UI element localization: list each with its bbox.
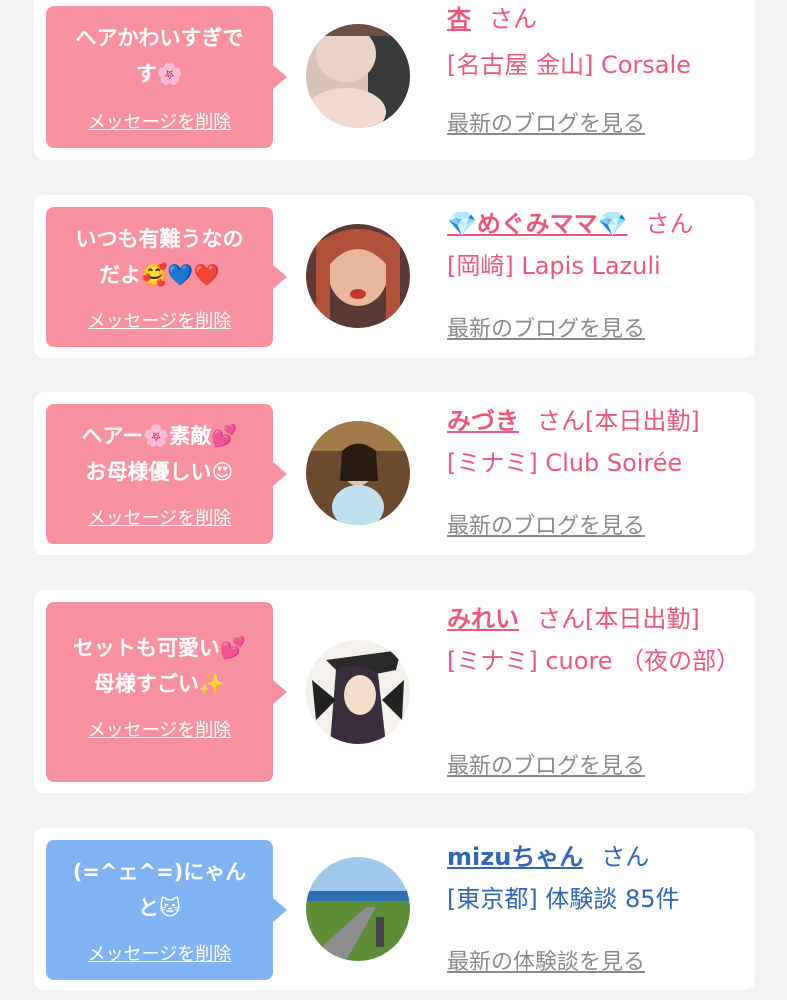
honorific: さん [489,5,537,33]
message-bubble: (=^ェ^=)にゃん と🐱 メッセージを削除 [46,840,287,980]
honorific: さん [537,407,585,435]
message-card: いつも有難うなの だよ🥰💙❤️ メッセージを削除 💎めぐみママ💎 さん [岡崎] … [34,195,755,358]
message-card: ヘアー🌸素敵💕 お母様優しい😍 メッセージを削除 みづき さん[本日出勤] [ミナ… [34,392,755,555]
message-bubble: ヘアー🌸素敵💕 お母様優しい😍 メッセージを削除 [46,404,287,544]
delete-message-link[interactable]: メッセージを削除 [46,504,273,530]
delete-message-link[interactable]: メッセージを削除 [46,307,273,333]
cast-name-link[interactable]: みづき [447,407,519,435]
cast-name-link[interactable]: みれい [447,605,519,633]
shop-name: [岡崎] Lapis Lazuli [447,252,661,280]
avatar[interactable] [306,857,410,961]
message-text-line1: セットも可愛い💕 [72,636,247,660]
cast-name-link[interactable]: 💎めぐみママ💎 [447,210,628,238]
message-text-line2: 母様すごい✨ [93,672,226,696]
honorific: さん [601,843,650,871]
message-text-line2: と🐱 [138,896,181,920]
delete-message-link[interactable]: メッセージを削除 [46,108,273,134]
member-name-link[interactable]: mizuちゃん [447,843,583,871]
view-blog-link[interactable]: 最新のブログを見る [447,748,645,780]
avatar[interactable] [306,24,410,128]
message-bubble: ヘアかわいすぎで す🌸 メッセージを削除 [46,6,287,148]
delete-message-link[interactable]: メッセージを削除 [46,716,273,742]
avatar[interactable] [306,421,410,525]
view-reviews-link[interactable]: 最新の体験談を見る [447,944,645,976]
message-text-line1: いつも有難うなの [75,227,244,251]
delete-message-link[interactable]: メッセージを削除 [46,940,273,966]
view-blog-link[interactable]: 最新のブログを見る [447,311,645,343]
message-text-line2: お母様優しい😍 [85,460,234,484]
message-text-line1: ヘアかわいすぎで [75,26,244,50]
message-card: セットも可愛い💕 母様すごい✨ メッセージを削除 みれい さん[本日出勤] [ミナ… [34,590,755,793]
review-summary: [東京都] 体験談 85件 [447,885,680,913]
message-text-line2: だよ🥰💙❤️ [99,263,220,287]
shop-name: [ミナミ] Club Soirée [447,449,683,477]
message-text-line2: す🌸 [135,62,184,86]
message-text-line1: (=^ェ^=)にゃん [72,860,247,884]
honorific: さん [645,210,694,238]
avatar[interactable] [306,640,410,744]
honorific: さん [537,605,585,633]
status-label: [本日出勤] [585,407,700,435]
view-blog-link[interactable]: 最新のブログを見る [447,106,645,138]
message-card: (=^ェ^=)にゃん と🐱 メッセージを削除 mizuちゃん さん [東京都] 体… [34,828,755,990]
view-blog-link[interactable]: 最新のブログを見る [447,508,645,540]
message-bubble: セットも可愛い💕 母様すごい✨ メッセージを削除 [46,602,287,782]
shop-name: [ミナミ] cuore （夜の部） [447,647,741,675]
message-bubble: いつも有難うなの だよ🥰💙❤️ メッセージを削除 [46,207,287,347]
avatar[interactable] [306,224,410,328]
shop-name: [名古屋 金山] Corsale [447,51,691,79]
message-text-line1: ヘアー🌸素敵💕 [81,424,238,448]
message-card: ヘアかわいすぎで す🌸 メッセージを削除 杏さん [名古屋 金山] Corsal… [34,0,755,160]
cast-name-link[interactable]: 杏 [447,5,471,33]
status-label: [本日出勤] [585,605,700,633]
